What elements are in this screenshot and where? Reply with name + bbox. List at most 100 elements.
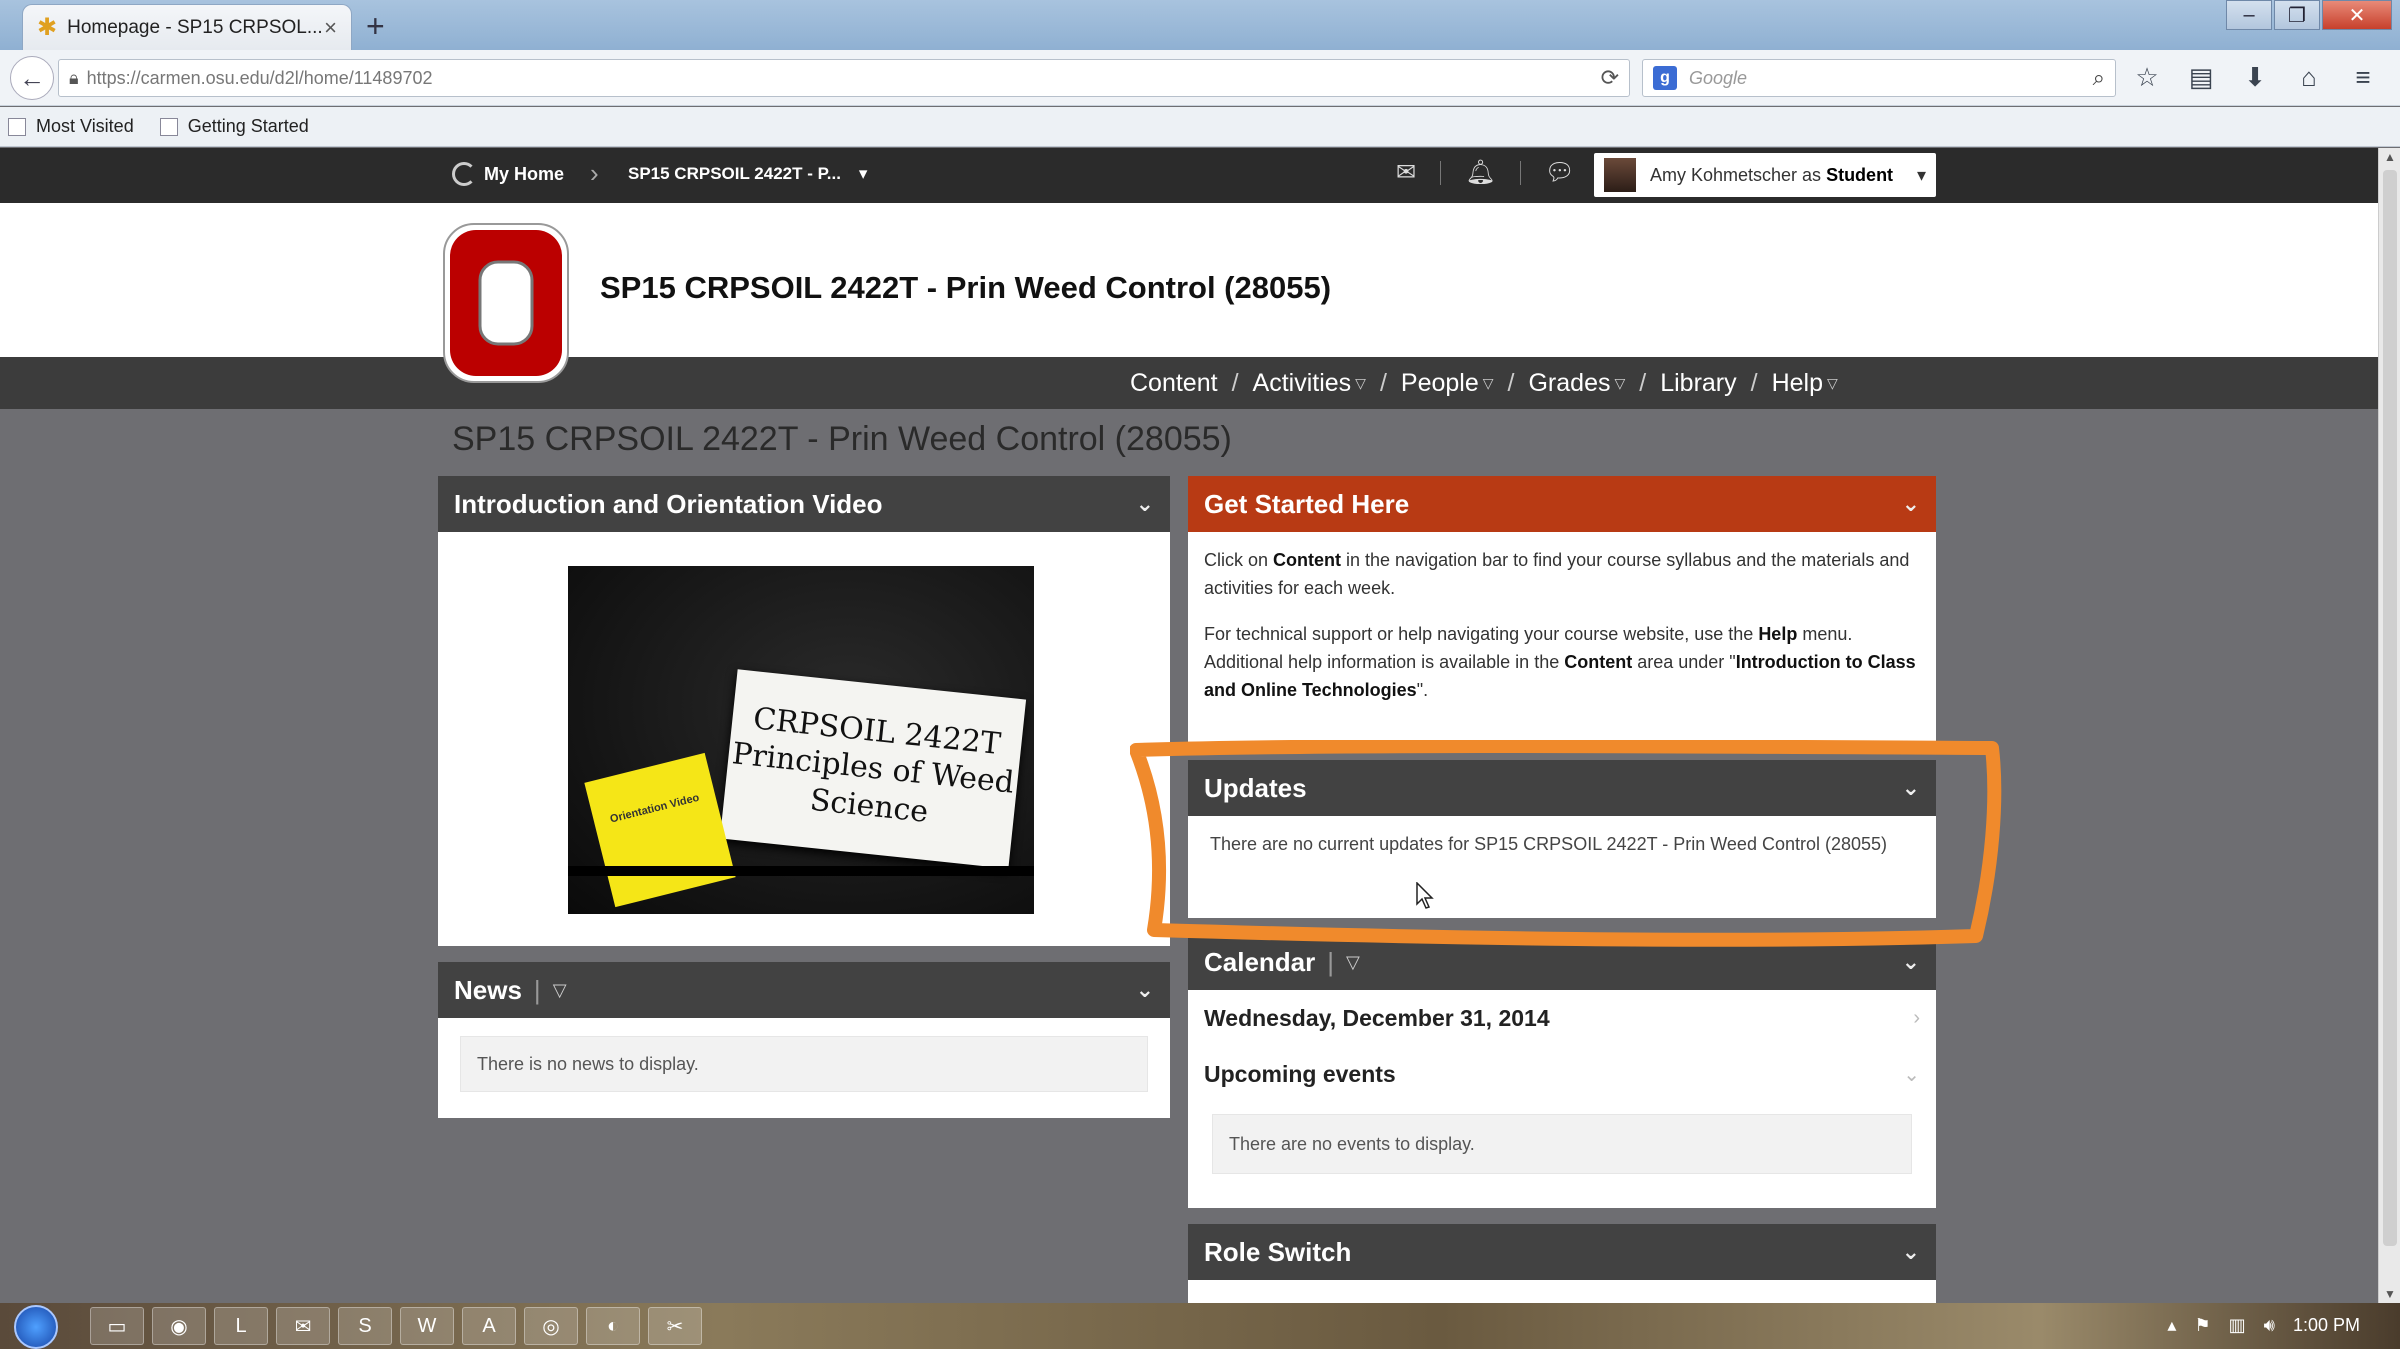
nav-separator: / — [1639, 369, 1647, 397]
chevron-down-icon[interactable]: ⌄ — [1902, 949, 1920, 975]
bookmarks-bar: Most Visited Getting Started — [0, 107, 2400, 147]
intro-video-widget: Introduction and Orientation Video ⌄ CRP… — [438, 476, 1170, 946]
dropdown-triangle-icon: ▽ — [1355, 375, 1366, 391]
chevron-down-icon: ▾ — [1916, 164, 1926, 185]
widget-header: Get Started Here ⌄ — [1188, 476, 1936, 532]
options-icon[interactable]: ▽ — [1346, 952, 1360, 973]
lock-icon: 🔒︎ — [69, 67, 79, 88]
maximize-button[interactable]: ❐ — [2274, 0, 2320, 30]
message-alerts-icon[interactable]: ✉ — [1396, 158, 1416, 187]
nav-item-activities[interactable]: Activities ▽ — [1253, 369, 1366, 398]
calendar-empty-message: There are no events to display. — [1212, 1114, 1912, 1174]
recorder-icon[interactable]: ◎ — [524, 1307, 578, 1345]
system-tray: ▴ ⚑ ▥ 🔊︎ 1:00 PM — [2167, 1315, 2360, 1336]
chevron-right-icon: › — [590, 158, 599, 188]
chevron-down-icon[interactable]: ⌄ — [1902, 775, 1920, 801]
download-icon[interactable]: ⬇ — [2238, 60, 2272, 94]
chevron-down-icon[interactable]: ⌄ — [1136, 977, 1154, 1003]
outlook-icon[interactable]: ✉ — [276, 1307, 330, 1345]
subscription-alerts-icon[interactable]: 💬︎ — [1545, 158, 1575, 187]
close-window-button[interactable]: ✕ — [2322, 0, 2392, 30]
bookmark-page-icon — [159, 117, 178, 136]
user-menu-button[interactable]: Amy Kohmetscher as Student ▾ — [1594, 153, 1936, 197]
snipping-tool-icon[interactable]: ✂ — [648, 1307, 702, 1345]
address-bar[interactable]: 🔒︎ https://carmen.osu.edu/d2l/home/11489… — [58, 59, 1630, 97]
taskbar-apps: ▭ ◉ L ✉ S W A ◎ ◐ ✂ — [90, 1307, 702, 1345]
news-empty-message: There is no news to display. — [460, 1036, 1148, 1092]
chevron-down-icon[interactable]: ⌄ — [1902, 491, 1920, 517]
widget-header: Introduction and Orientation Video ⌄ — [438, 476, 1170, 532]
tray-arrow-icon[interactable]: ▴ — [2167, 1315, 2176, 1336]
course-nav-items: Content / Activities ▽ / People ▽ / Grades ▽ / Libr… — [1130, 369, 1838, 398]
browser-tab-bar: ✱ Homepage - SP15 CRPSOL... × + – ❐ ✕ — [0, 0, 2400, 50]
widget-header: Updates ⌄ — [1188, 760, 1936, 816]
bookmark-folder-icon — [8, 117, 26, 136]
firefox-icon[interactable]: ◐ — [586, 1307, 640, 1345]
network-icon[interactable]: ▥ — [2229, 1315, 2246, 1336]
bookmark-star-icon[interactable]: ☆ — [2130, 60, 2164, 94]
bookmark-most-visited[interactable]: Most Visited — [8, 116, 134, 137]
updates-widget: Updates ⌄ There are no current updates f… — [1188, 760, 1936, 918]
flag-icon[interactable]: ⚑ — [2194, 1315, 2210, 1336]
bookmark-getting-started[interactable]: Getting Started — [159, 116, 309, 137]
widget-header: News | ▽ ⌄ — [438, 962, 1170, 1018]
minimize-button[interactable]: – — [2226, 0, 2272, 30]
home-ring-icon — [452, 162, 476, 186]
search-bar[interactable]: g Google ⌕ — [1642, 59, 2116, 97]
nav-item-help[interactable]: Help ▽ — [1772, 369, 1838, 398]
nav-item-grades[interactable]: Grades ▽ — [1528, 369, 1625, 398]
video-bar — [568, 866, 1034, 876]
reload-icon[interactable]: ⟳ — [1601, 65, 1619, 91]
nav-separator: / — [1750, 369, 1758, 397]
course-title[interactable]: SP15 CRPSOIL 2422T - Prin Weed Control (… — [600, 270, 1331, 306]
mouse-cursor-icon — [1416, 882, 1434, 909]
acrobat-icon[interactable]: A — [462, 1307, 516, 1345]
menu-icon[interactable]: ≡ — [2346, 60, 2380, 94]
upcoming-events-row[interactable]: Upcoming events ⌄ — [1188, 1046, 1936, 1102]
chevron-down-icon[interactable]: ⌄ — [1136, 491, 1154, 517]
chevron-down-icon[interactable]: ⌄ — [1902, 1239, 1920, 1265]
video-sticky-note: Orientation Video — [584, 752, 736, 908]
chevron-down-icon: ⌄ — [1903, 1063, 1920, 1086]
clock[interactable]: 1:00 PM — [2293, 1315, 2360, 1336]
video-title-card: CRPSOIL 2422T Principles of Weed Science — [719, 669, 1027, 869]
browser-toolbar: ☆ ▤ ⬇ ⌂ ≡ — [2130, 60, 2380, 94]
word-icon[interactable]: W — [400, 1307, 454, 1345]
dropdown-triangle-icon: ▽ — [1482, 375, 1494, 391]
osu-block-o-logo[interactable] — [440, 220, 572, 386]
update-alerts-icon[interactable]: 🔔︎ — [1465, 158, 1495, 187]
search-placeholder: Google — [1689, 67, 1748, 88]
volume-icon[interactable]: 🔊︎ — [2264, 1315, 2275, 1336]
course-selector[interactable]: SP15 CRPSOIL 2422T - P... ▾ — [628, 164, 867, 184]
skype-icon[interactable]: S — [338, 1307, 392, 1345]
browser-tab[interactable]: ✱ Homepage - SP15 CRPSOL... × — [22, 4, 352, 50]
role-switch-widget: Role Switch ⌄ — [1188, 1224, 1936, 1303]
my-home-link[interactable]: My Home — [452, 162, 564, 186]
back-button[interactable]: ← — [10, 56, 54, 100]
lync-icon[interactable]: L — [214, 1307, 268, 1345]
widget-header: Role Switch ⌄ — [1188, 1224, 1936, 1280]
nav-item-people[interactable]: People ▽ — [1401, 369, 1494, 398]
orientation-video[interactable]: CRPSOIL 2422T Principles of Weed Science… — [568, 566, 1034, 914]
calendar-date-row[interactable]: Wednesday, December 31, 2014 › — [1188, 990, 1936, 1046]
search-icon[interactable]: ⌕ — [2093, 65, 2105, 91]
new-tab-button[interactable]: + — [366, 8, 385, 45]
close-tab-icon[interactable]: × — [324, 15, 337, 41]
calendar-widget: Calendar | ▽ ⌄ Wednesday, December 31, 2… — [1188, 934, 1936, 1208]
chrome-icon[interactable]: ◉ — [152, 1307, 206, 1345]
clipboard-icon[interactable]: ▤ — [2184, 60, 2218, 94]
nav-item-library[interactable]: Library — [1660, 369, 1736, 398]
home-icon[interactable]: ⌂ — [2292, 60, 2326, 94]
scroll-thumb[interactable] — [2383, 170, 2397, 1246]
scroll-up-icon[interactable]: ▲ — [2384, 150, 2396, 164]
nav-separator: / — [1507, 369, 1515, 397]
nav-item-content[interactable]: Content — [1130, 369, 1218, 398]
page-scrollbar[interactable]: ▲ ▼ — [2378, 148, 2400, 1303]
explorer-icon[interactable]: ▭ — [90, 1307, 144, 1345]
dropdown-triangle-icon: ▽ — [1614, 375, 1626, 391]
start-button[interactable] — [14, 1305, 58, 1349]
options-icon[interactable]: ▽ — [553, 980, 567, 1001]
nav-separator: / — [1379, 369, 1387, 397]
scroll-down-icon[interactable]: ▼ — [2384, 1287, 2396, 1301]
nav-separator: / — [1231, 369, 1239, 397]
